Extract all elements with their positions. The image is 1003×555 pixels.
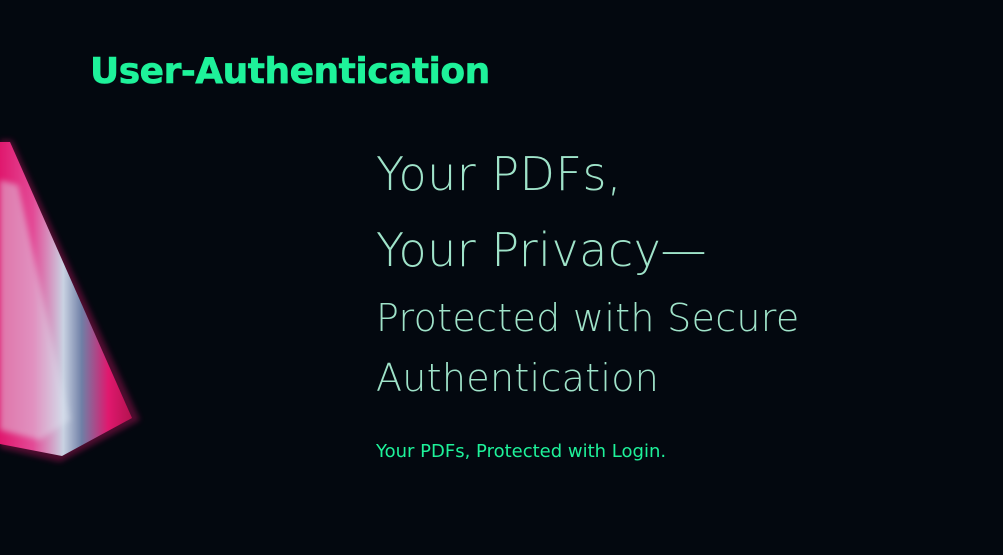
hero-line-2: Your Privacy— <box>376 223 708 277</box>
hero-heading: Your PDFs, Your Privacy— Protected with … <box>376 136 976 408</box>
hero-line-3: Protected with Secure <box>376 296 800 340</box>
brand-title: User-Authentication <box>90 51 491 92</box>
tagline: Your PDFs, Protected with Login. <box>376 441 667 462</box>
hero-line-1: Your PDFs, <box>376 147 623 201</box>
hero-line-4: Authentication <box>376 356 660 400</box>
